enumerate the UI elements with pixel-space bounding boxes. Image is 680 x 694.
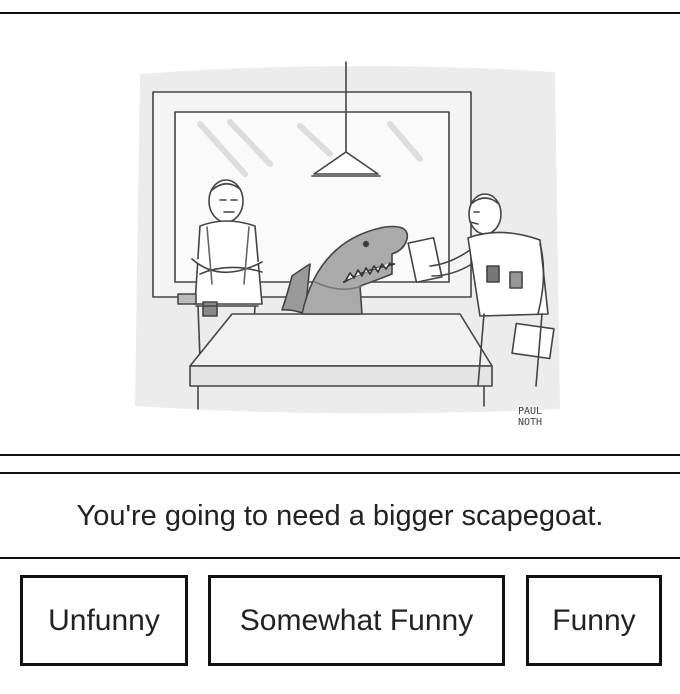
somewhat-funny-button[interactable]: Somewhat Funny xyxy=(208,575,505,666)
cartoon-image: PAUL NOTH xyxy=(0,14,680,454)
unfunny-button[interactable]: Unfunny xyxy=(20,575,188,666)
artist-signature: PAUL xyxy=(518,406,542,417)
caption-text: You're going to need a bigger scapegoat. xyxy=(76,499,604,532)
artist-signature: NOTH xyxy=(518,417,542,428)
cartoon-bottom-divider xyxy=(0,454,680,456)
funny-button[interactable]: Funny xyxy=(526,575,662,666)
caption-bottom-divider xyxy=(0,557,680,559)
